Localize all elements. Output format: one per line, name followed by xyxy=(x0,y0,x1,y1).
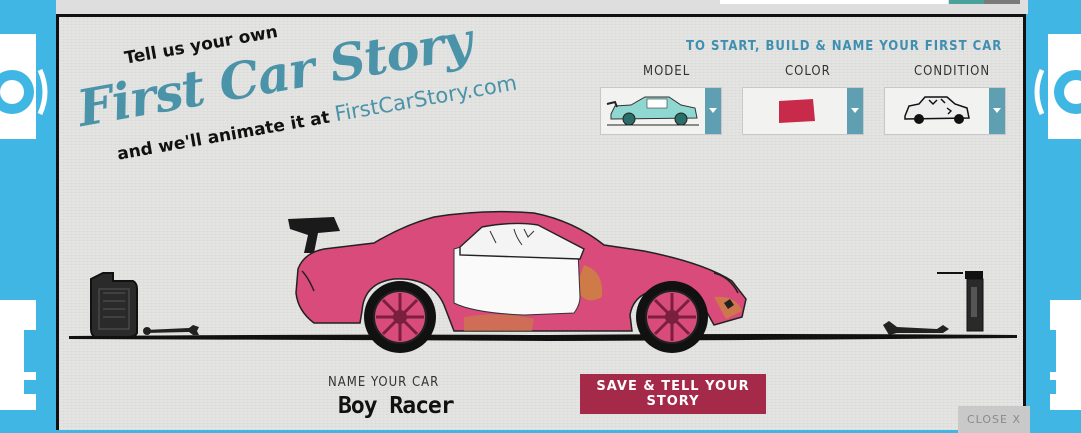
left-decoration-icon xyxy=(0,34,48,410)
right-side-decoration xyxy=(1028,0,1081,430)
car-name-input[interactable]: Boy Racer xyxy=(338,393,455,419)
model-dropdown-arrow-icon[interactable] xyxy=(705,88,721,134)
condition-select[interactable] xyxy=(884,87,1006,135)
color-label: COLOR xyxy=(785,64,831,79)
wrench-icon xyxy=(143,325,199,335)
right-decoration-icon xyxy=(1034,34,1081,410)
model-select[interactable] xyxy=(600,87,722,135)
left-side-decoration xyxy=(0,0,56,430)
close-button[interactable]: CLOSE X xyxy=(958,406,1030,433)
condition-dropdown-arrow-icon[interactable] xyxy=(989,88,1005,134)
first-car-story-panel: Tell us your own First Car Story and we'… xyxy=(56,11,1030,433)
spray-can-icon xyxy=(883,271,984,335)
oil-can-icon xyxy=(90,272,138,338)
header-search-field[interactable] xyxy=(720,0,948,4)
builder-title: TO START, BUILD & NAME YOUR FIRST CAR xyxy=(686,39,1003,54)
condition-label: CONDITION xyxy=(914,64,991,79)
car-illustration xyxy=(288,210,747,353)
site-header xyxy=(56,0,1028,14)
save-tell-story-button[interactable]: SAVE & TELL YOUR STORY xyxy=(580,374,766,414)
color-swatch-icon xyxy=(779,99,815,123)
header-button-secondary[interactable] xyxy=(984,0,1020,4)
car-condition-icon xyxy=(904,96,970,124)
color-select[interactable] xyxy=(742,87,864,135)
color-dropdown-arrow-icon[interactable] xyxy=(847,88,863,134)
tool-wrench-right xyxy=(883,321,949,335)
model-label: MODEL xyxy=(643,64,691,79)
car-model-icon xyxy=(606,96,699,126)
header-button[interactable] xyxy=(949,0,984,4)
name-your-car-label: NAME YOUR CAR xyxy=(328,375,440,390)
